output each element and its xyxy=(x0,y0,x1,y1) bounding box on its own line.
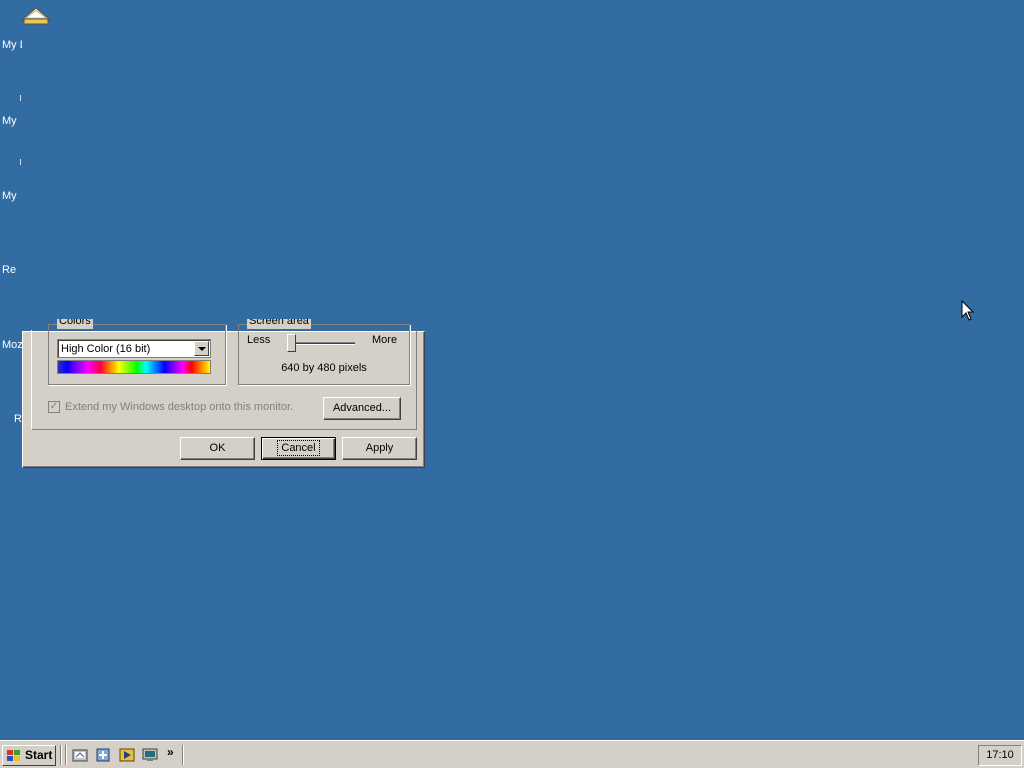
slider-more-label: More xyxy=(372,334,398,346)
desktop-icon-label[interactable]: Moz xyxy=(2,339,22,351)
internet-explorer-icon[interactable] xyxy=(95,747,111,763)
screen-area-slider-track[interactable] xyxy=(287,342,355,345)
taskbar-separator xyxy=(65,745,67,765)
chevron-down-icon[interactable] xyxy=(194,341,209,356)
resolution-text: 640 by 480 pixels xyxy=(281,362,367,374)
media-player-icon[interactable] xyxy=(119,747,135,763)
show-desktop-icon[interactable] xyxy=(72,747,88,763)
slider-less-label: Less xyxy=(247,334,271,346)
display-properties-dialog: Colors High Color (16 bit) Screen area L… xyxy=(22,319,425,468)
desktop-icon-label[interactable]: My D xyxy=(2,39,22,51)
ok-button[interactable]: OK xyxy=(180,437,255,460)
desktop-icon-label[interactable]: My xyxy=(2,190,22,202)
cancel-button[interactable]: Cancel xyxy=(261,437,336,460)
settings-tab-panel: Colors High Color (16 bit) Screen area L… xyxy=(31,319,417,430)
windows-logo-icon xyxy=(7,750,20,761)
taskbar-separator xyxy=(182,745,184,765)
colors-select-value: High Color (16 bit) xyxy=(61,343,151,355)
screen-area-group-label: Screen area xyxy=(247,319,311,329)
quick-launch-more-icon[interactable]: » xyxy=(167,745,174,759)
colors-group: Colors High Color (16 bit) xyxy=(48,319,226,385)
extend-desktop-checkbox[interactable]: ✓ xyxy=(48,401,60,413)
system-tray-clock[interactable]: 17:10 xyxy=(978,745,1022,766)
start-label: Start xyxy=(25,748,53,762)
mouse-cursor-icon xyxy=(961,300,975,321)
screen-area-slider-thumb[interactable] xyxy=(287,334,296,352)
folder-icon[interactable] xyxy=(20,4,52,26)
color-spectrum-bar xyxy=(57,360,211,374)
start-button[interactable]: Start xyxy=(2,745,56,766)
screen-area-group: Screen area Less More 640 by 480 pixels xyxy=(238,319,410,385)
taskbar: Start » 17:10 xyxy=(0,740,1024,768)
advanced-button[interactable]: Advanced... xyxy=(323,397,401,420)
apply-button[interactable]: Apply xyxy=(342,437,417,460)
desktop-icon-label[interactable]: Re xyxy=(2,264,22,276)
desktop-icon-label[interactable]: My xyxy=(2,115,22,127)
colors-select[interactable]: High Color (16 bit) xyxy=(57,339,211,358)
colors-group-label: Colors xyxy=(57,319,93,329)
desktop-icon-fragment xyxy=(20,159,21,165)
cancel-button-label: Cancel xyxy=(277,440,320,456)
taskbar-separator xyxy=(60,745,62,765)
desktop-icon[interactable] xyxy=(142,747,158,763)
desktop-icon-fragment xyxy=(20,95,21,101)
extend-desktop-label: Extend my Windows desktop onto this moni… xyxy=(65,401,294,413)
